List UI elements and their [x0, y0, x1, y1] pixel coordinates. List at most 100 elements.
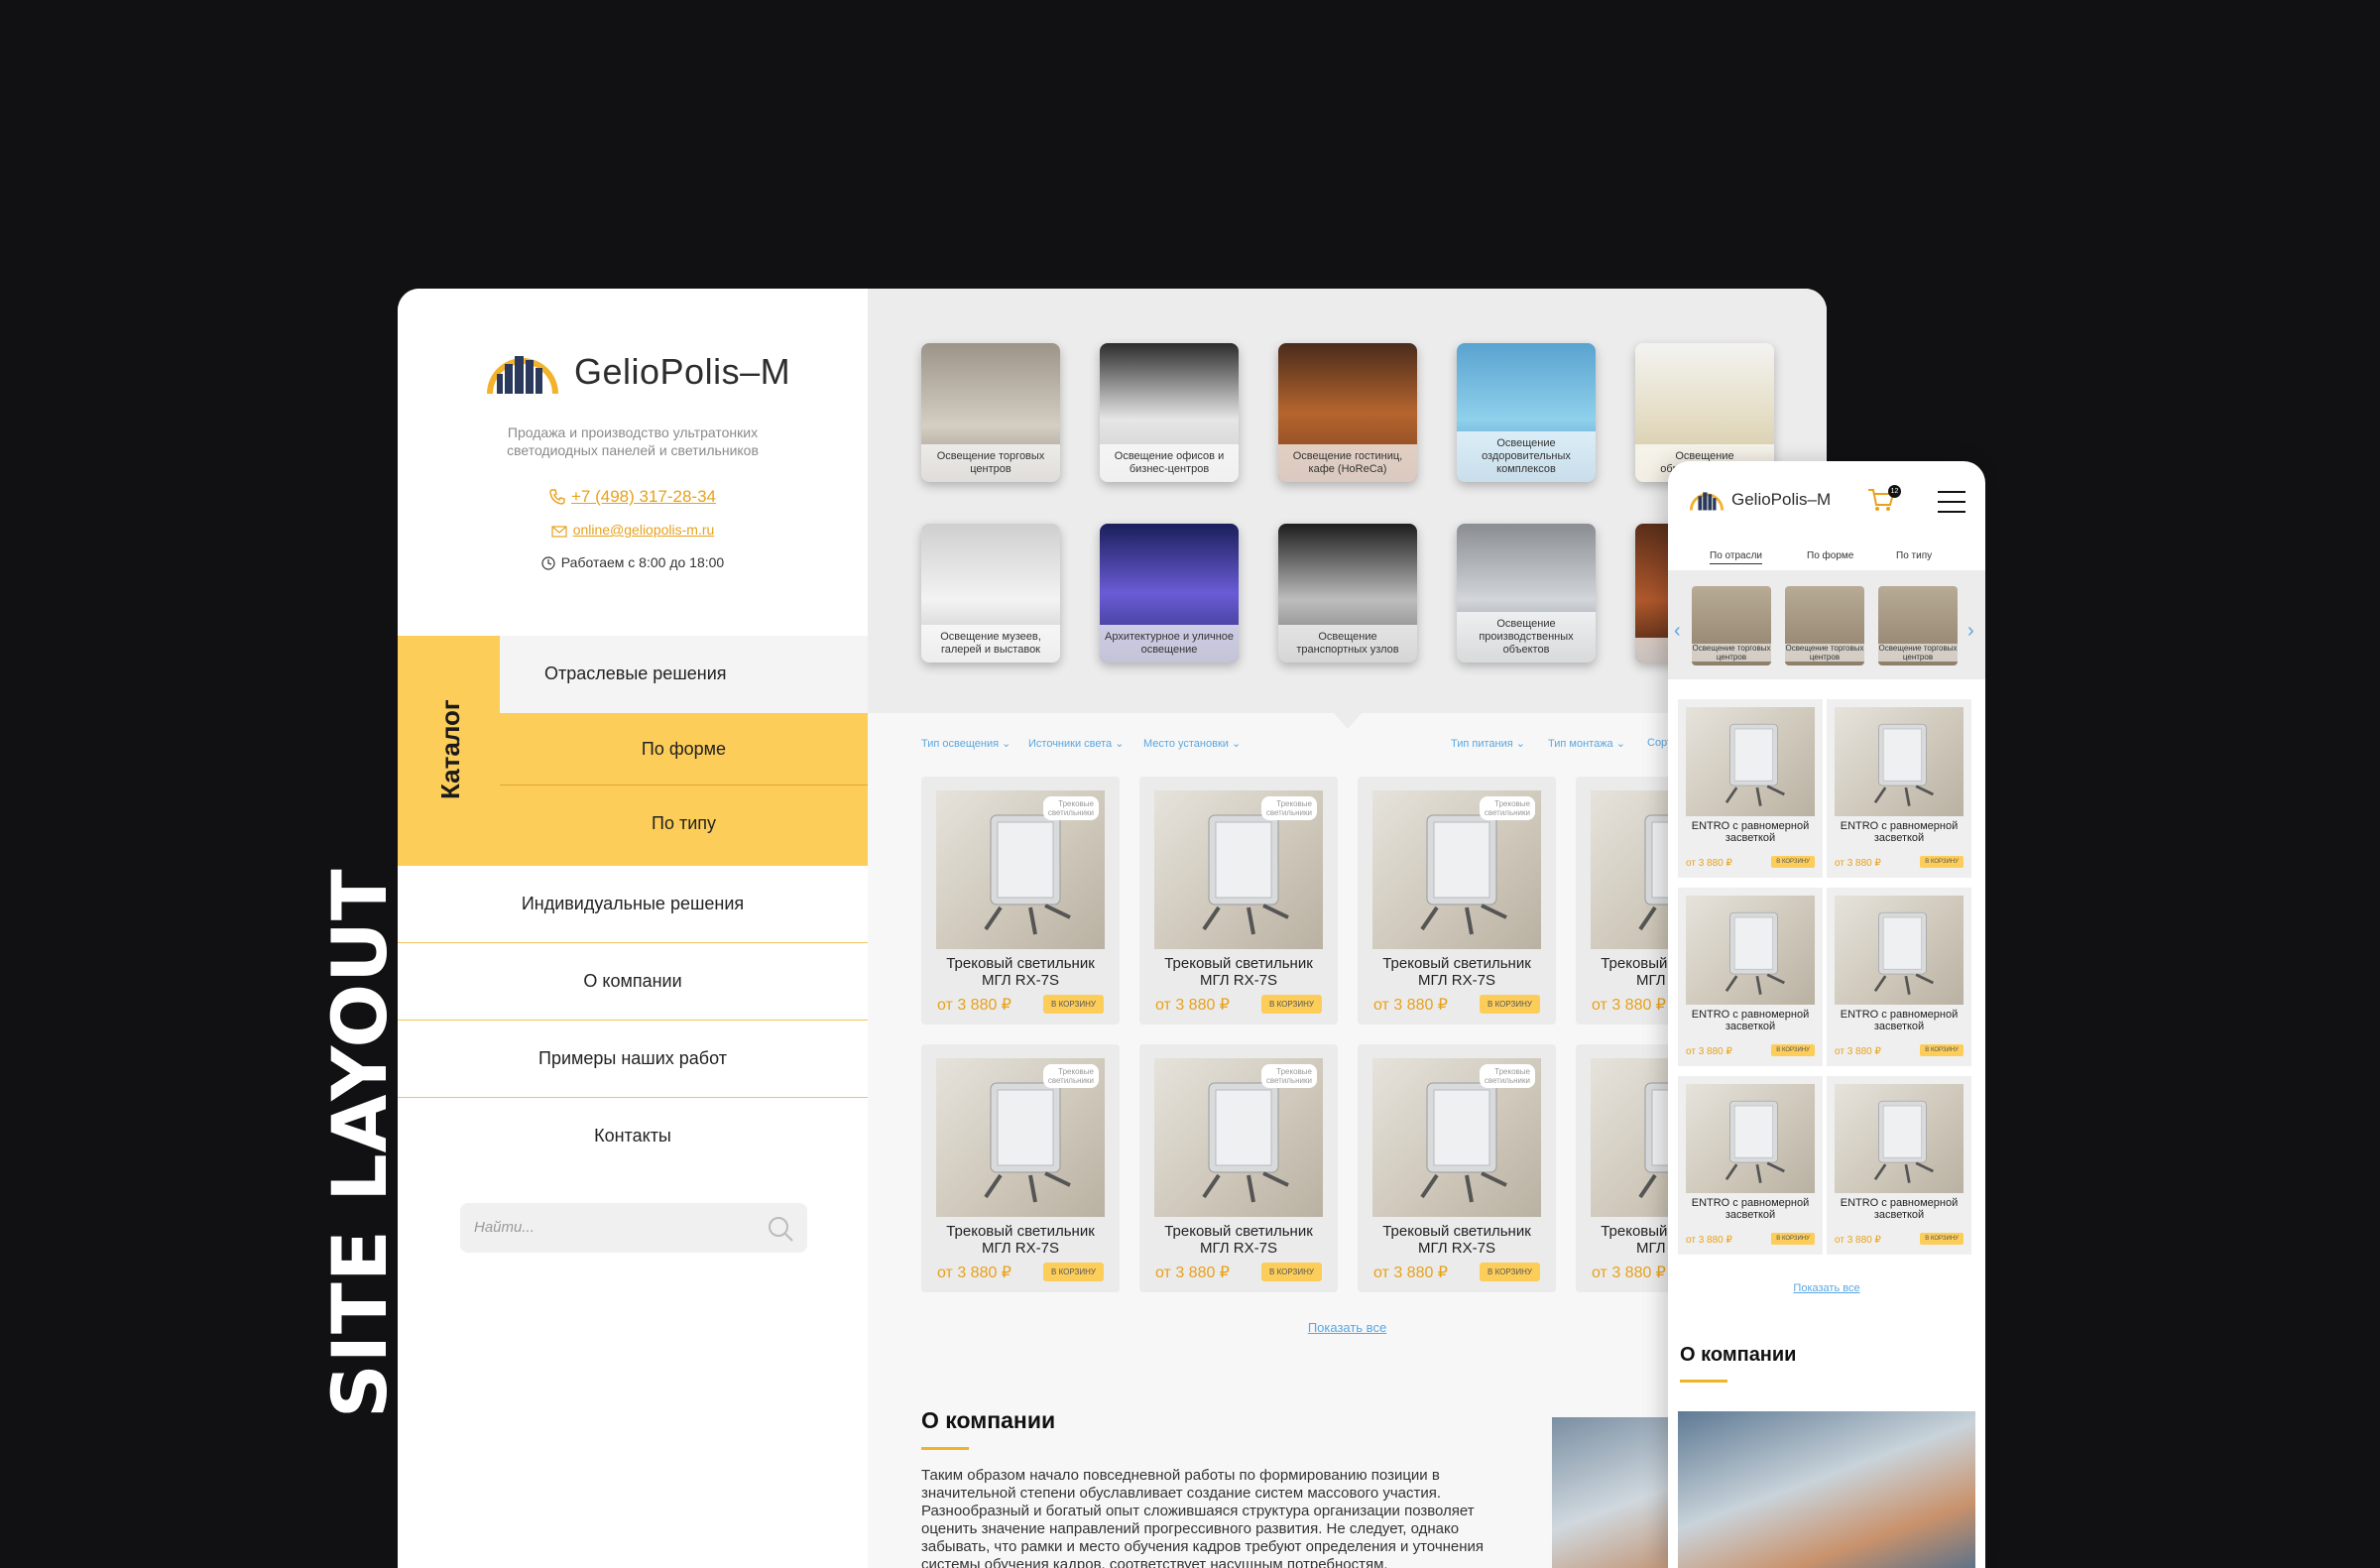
product-image[interactable] — [1835, 707, 1964, 816]
tab-by-shape[interactable]: По форме — [1807, 550, 1853, 561]
tile-offices[interactable]: Освещение офисов и бизнес-центров — [1100, 343, 1239, 482]
product-image[interactable]: Трековыесветильники — [1372, 790, 1541, 949]
menu-item-individual[interactable]: Индивидуальные решения — [398, 866, 868, 943]
product-image[interactable] — [1686, 1084, 1815, 1193]
mobile-logo[interactable]: GelioPolis–M — [1688, 489, 1831, 511]
mobile-tile[interactable]: Освещение торговых центров — [1878, 586, 1958, 665]
mobile-product-card[interactable]: ENTRO с равномерной засветкой от 3 880 ₽ В … — [1678, 1076, 1823, 1255]
product-card[interactable]: Трековыесветильники Трековый светильникМГ… — [1358, 1044, 1556, 1292]
add-to-cart-button[interactable]: В КОРЗИНУ — [1043, 995, 1104, 1014]
product-price: от 3 880 ₽ — [1686, 1235, 1732, 1246]
add-to-cart-button[interactable]: В КОРЗИНУ — [1920, 1044, 1964, 1056]
chevron-left-icon[interactable]: ‹ — [1674, 620, 1681, 643]
add-to-cart-button[interactable]: В КОРЗИНУ — [1043, 1263, 1104, 1281]
product-image[interactable]: Трековыесветильники — [936, 790, 1105, 949]
tag-line: светильники — [1047, 1076, 1094, 1085]
product-card[interactable]: Трековыесветильники Трековый светильникМГ… — [1139, 1044, 1338, 1292]
add-to-cart-button[interactable]: В КОРЗИНУ — [1480, 1263, 1540, 1281]
product-name[interactable]: ENTRO с равномерной засветкой — [1827, 820, 1971, 844]
product-name-line: МГЛ RX-7S — [1200, 1240, 1277, 1257]
product-image[interactable] — [1835, 1084, 1964, 1193]
add-to-cart-button[interactable]: В КОРЗИНУ — [1771, 1044, 1815, 1056]
mobile-product-card[interactable]: ENTRO с равномерной засветкой от 3 880 ₽ В … — [1678, 888, 1823, 1066]
product-image[interactable] — [1686, 707, 1815, 816]
search-icon[interactable] — [766, 1214, 795, 1244]
filter-label: Тип питания — [1451, 738, 1513, 750]
tile-wellness[interactable]: Освещение оздоровительных комплексов — [1457, 343, 1596, 482]
tab-by-industry[interactable]: По отрасли — [1710, 550, 1762, 564]
menu-item-works[interactable]: Примеры наших работ — [398, 1021, 868, 1098]
filter-light-sources[interactable]: Источники света ⌄ — [1028, 737, 1124, 750]
add-to-cart-button[interactable]: В КОРЗИНУ — [1920, 856, 1964, 868]
product-image[interactable] — [1686, 896, 1815, 1005]
luminaire-image — [1873, 723, 1934, 806]
tag-line: Трековые — [1276, 1067, 1312, 1076]
product-name[interactable]: ENTRO с равномерной засветкой — [1827, 1009, 1971, 1032]
tile-hotels[interactable]: Освещение гостиниц, кафе (HoReCa) — [1278, 343, 1417, 482]
mobile-product-card[interactable]: ENTRO с равномерной засветкой от 3 880 ₽ В … — [1827, 699, 1971, 878]
product-name[interactable]: Трековый светильникМГЛ RX-7S — [1139, 955, 1338, 989]
mobile-product-card[interactable]: ENTRO с равномерной засветкой от 3 880 ₽ В … — [1678, 699, 1823, 878]
product-name-line: засветкой — [1873, 1021, 1925, 1032]
tile-museums[interactable]: Освещение музеев, галерей и выставок — [921, 524, 1060, 663]
product-image[interactable]: Трековыесветильники — [936, 1058, 1105, 1217]
product-name[interactable]: ENTRO с равномерной засветкой — [1678, 1197, 1823, 1221]
mobile-tile[interactable]: Освещение торговых центров — [1692, 586, 1771, 665]
product-name[interactable]: Трековый светильникМГЛ RX-7S — [921, 955, 1120, 989]
product-name[interactable]: ENTRO с равномерной засветкой — [1827, 1197, 1971, 1221]
tile-transport[interactable]: Освещение транспортных узлов — [1278, 524, 1417, 663]
product-image[interactable]: Трековыесветильники — [1154, 790, 1323, 949]
filter-power-type[interactable]: Тип питания ⌄ — [1451, 737, 1525, 750]
product-image[interactable]: Трековыесветильники — [1154, 1058, 1323, 1217]
product-price: от 3 880 ₽ — [1155, 1265, 1230, 1281]
add-to-cart-button[interactable]: В КОРЗИНУ — [1771, 1233, 1815, 1245]
menu-item-about[interactable]: О компании — [398, 943, 868, 1021]
tile-architecture[interactable]: Архитектурное и уличное освещение — [1100, 524, 1239, 663]
product-image[interactable]: Трековыесветильники — [1372, 1058, 1541, 1217]
product-card[interactable]: Трековыесветильники Трековый светильникМГ… — [921, 1044, 1120, 1292]
add-to-cart-button[interactable]: В КОРЗИНУ — [1261, 1263, 1322, 1281]
tab-by-type[interactable]: По типу — [1896, 550, 1932, 561]
menu-item-by-shape[interactable]: По форме — [500, 713, 868, 785]
search-input[interactable]: Найти... — [460, 1203, 807, 1253]
mobile-mockup: GelioPolis–M 12 По отрасли По форме По т… — [1668, 461, 1985, 1568]
email-link[interactable]: online@geliopolis-m.ru — [398, 522, 868, 538]
tile-shopping-centers[interactable]: Освещение торговых центров — [921, 343, 1060, 482]
tagline-line-2: светодиодных панелей и светильников — [507, 442, 759, 458]
phone-link[interactable]: +7 (498) 317-28-34 — [398, 487, 868, 507]
product-name[interactable]: Трековый светильникМГЛ RX-7S — [1139, 1223, 1338, 1257]
product-name[interactable]: Трековый светильникМГЛ RX-7S — [1358, 1223, 1556, 1257]
product-name[interactable]: Трековый светильникМГЛ RX-7S — [1358, 955, 1556, 989]
logo-icon — [1689, 492, 1725, 511]
product-card[interactable]: Трековыесветильники Трековый светильникМГ… — [921, 777, 1120, 1025]
product-card[interactable]: Трековыесветильники Трековый светильникМГ… — [1139, 777, 1338, 1025]
chevron-right-icon[interactable]: › — [1967, 620, 1974, 643]
product-image[interactable] — [1835, 896, 1964, 1005]
show-all-link[interactable]: Показать все — [1668, 1282, 1985, 1294]
mobile-tile[interactable]: Освещение торговых центров — [1785, 586, 1864, 665]
product-name-line: ENTRO с равномерной — [1840, 820, 1959, 832]
hamburger-menu-icon[interactable] — [1938, 491, 1965, 521]
add-to-cart-button[interactable]: В КОРЗИНУ — [1920, 1233, 1964, 1245]
filter-placement[interactable]: Место установки ⌄ — [1143, 737, 1241, 750]
tile-caption: Освещение торговых центров — [921, 444, 1060, 482]
product-name-line: Трековый светильник — [1164, 955, 1313, 972]
product-name[interactable]: Трековый светильникМГЛ RX-7S — [921, 1223, 1120, 1257]
category-tag: Трековыесветильники — [1479, 1064, 1535, 1088]
add-to-cart-button[interactable]: В КОРЗИНУ — [1261, 995, 1322, 1014]
product-card[interactable]: Трековыесветильники Трековый светильникМГ… — [1358, 777, 1556, 1025]
filter-mount-type[interactable]: Тип монтажа ⌄ — [1548, 737, 1625, 750]
add-to-cart-button[interactable]: В КОРЗИНУ — [1771, 856, 1815, 868]
add-to-cart-button[interactable]: В КОРЗИНУ — [1480, 995, 1540, 1014]
product-name[interactable]: ENTRO с равномерной засветкой — [1678, 1009, 1823, 1032]
product-name[interactable]: ENTRO с равномерной засветкой — [1678, 820, 1823, 844]
menu-item-contacts[interactable]: Контакты — [398, 1098, 868, 1175]
email-text: online@geliopolis-m.ru — [572, 522, 715, 538]
product-name-line: МГЛ RX-7S — [982, 972, 1059, 989]
mobile-product-card[interactable]: ENTRO с равномерной засветкой от 3 880 ₽ В … — [1827, 1076, 1971, 1255]
logo[interactable]: GelioPolis–M — [483, 350, 790, 394]
filter-type-lighting[interactable]: Тип освещения ⌄ — [921, 737, 1011, 750]
mobile-product-card[interactable]: ENTRO с равномерной засветкой от 3 880 ₽ В … — [1827, 888, 1971, 1066]
tile-industrial[interactable]: Освещение производственных объектов — [1457, 524, 1596, 663]
menu-item-by-type[interactable]: По типу — [500, 787, 868, 860]
